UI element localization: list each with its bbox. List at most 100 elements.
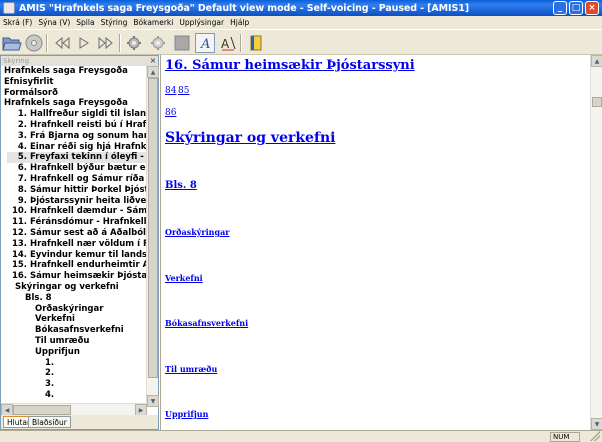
maximize-button[interactable]: □ — [569, 1, 583, 15]
menu-help[interactable]: Hjálp — [227, 18, 252, 27]
tree-item-label: Hrafnkell endurheimtir Að — [30, 260, 147, 271]
tree-item-label: Hrafnkell og Sámur ríða til — [30, 174, 147, 184]
toc-tree: Hrafnkels saga Freysgoða Efnisyfirlit Form… — [1, 66, 147, 403]
tree-item[interactable]: 2. — [45, 368, 54, 379]
tree-item-number: 13. — [11, 238, 27, 249]
link-exercises[interactable]: Verkefni — [165, 273, 203, 283]
tree-item[interactable]: 12. Sámur sest að á Aðalbóli — [7, 228, 147, 239]
content-vertical-scrollbar[interactable]: ▲ ▼ — [590, 55, 602, 430]
tree-item-number: 2. — [17, 120, 27, 130]
tree-item-number: 11. — [11, 217, 27, 228]
tree-item-number: 2. — [45, 368, 55, 379]
sidebar-scroll-thumb[interactable] — [148, 78, 158, 378]
tree-item[interactable]: 6.Hrafnkell býður bætur en Þ — [7, 163, 147, 174]
sidebar-close-icon[interactable]: × — [149, 57, 157, 65]
tree-item[interactable]: Bókasafnsverkefni — [35, 325, 124, 336]
tree-item[interactable]: 1. Hallfreður sigldi til Íslands — [7, 109, 147, 120]
content-scroll-up-icon[interactable]: ▲ — [591, 55, 602, 67]
tree-item-label: Hrafnkels saga Freysgoða — [4, 66, 128, 76]
section-heading-link[interactable]: Skýringar og verkefni — [165, 130, 335, 146]
menu-bar: Skrá (F) Sýna (V) Spila Stýring Bókamerk… — [0, 16, 602, 29]
tree-item[interactable]: Verkefni — [35, 314, 75, 325]
tree-item[interactable]: 7. Hrafnkell og Sámur ríða til — [7, 174, 147, 185]
tree-item[interactable]: 4. Einar réði sig hjá Hrafnkel — [7, 142, 147, 153]
content-scroll-thumb[interactable] — [592, 97, 602, 107]
tree-item[interactable]: 1. — [45, 358, 54, 369]
tree-item[interactable]: Efnisyfirlit — [4, 77, 53, 88]
menu-play[interactable]: Spila — [73, 18, 97, 27]
font-size-icon[interactable]: A — [218, 33, 238, 53]
tree-item-label: Hrafnkels saga Freysgoða — [4, 98, 128, 109]
cd-icon[interactable] — [24, 33, 44, 53]
tree-item[interactable]: Upprifjun — [35, 347, 80, 358]
tree-item-number: 3. — [17, 130, 27, 141]
tree-item[interactable]: 11. Féránsdómur - Hrafnkell — [7, 217, 147, 228]
sidebar-hscroll-thumb[interactable] — [13, 405, 71, 415]
tree-item-label: Sámur hittir Þorkel Þjósta — [30, 184, 147, 195]
menu-info[interactable]: Upplýsingar — [176, 18, 227, 27]
tree-item[interactable]: 14. Eyvindur kemur til landsi — [7, 250, 147, 261]
tree-item[interactable]: Skýringar og verkefni — [15, 282, 119, 293]
scroll-down-icon[interactable]: ▼ — [147, 395, 159, 407]
folder-open-icon[interactable] — [2, 33, 22, 53]
skip-back-icon[interactable] — [52, 33, 72, 53]
disabled-square-icon[interactable] — [172, 33, 192, 53]
tree-item[interactable]: 5. Freyfaxi tekinn í óleyfi - H — [7, 152, 147, 164]
menu-view[interactable]: Sýna (V) — [35, 18, 73, 27]
page-link-85[interactable]: 85 — [178, 86, 189, 96]
tree-item[interactable]: Hrafnkels saga Freysgoða — [4, 66, 128, 77]
tree-item[interactable]: 9. Þjóstarssynir heita liðveis — [7, 196, 147, 207]
tree-item[interactable]: 4. — [45, 390, 54, 401]
tree-item-label: Skýringar og verkefni — [15, 282, 119, 292]
app-icon[interactable] — [3, 2, 15, 14]
link-review[interactable]: Upprifjun — [165, 409, 208, 419]
tab-pages[interactable]: Blaðsíður — [28, 416, 71, 428]
play-icon[interactable] — [74, 33, 94, 53]
tree-item[interactable]: Formálsorð — [4, 88, 58, 99]
toolbar: A A — [0, 29, 602, 55]
tree-item[interactable]: Til umræðu — [35, 336, 89, 347]
tree-item[interactable]: Orðaskýringar — [35, 304, 103, 315]
tree-item[interactable]: 15. Hrafnkell endurheimtir Að — [7, 260, 147, 271]
text-style-icon[interactable]: A — [195, 33, 215, 53]
resize-grip-icon[interactable] — [590, 431, 600, 441]
tree-item[interactable]: 3. — [45, 379, 54, 390]
sidebar-vertical-scrollbar[interactable]: ▲ ▼ — [146, 66, 159, 407]
chapter-heading-link[interactable]: 16. Sámur heimsækir Þjóstarssyni — [165, 58, 415, 73]
menu-navigation[interactable]: Stýring — [98, 18, 131, 27]
tree-item-label: Frá Bjarna og sonum hans — [30, 130, 147, 141]
tree-item[interactable]: 3. Frá Bjarna og sonum hans — [7, 131, 147, 142]
tree-item[interactable]: 10. Hrafnkell dæmdur - Sámu — [7, 206, 147, 217]
settings-icon[interactable] — [124, 33, 144, 53]
settings-alt-icon[interactable] — [148, 33, 168, 53]
link-discussion[interactable]: Til umræðu — [165, 364, 217, 374]
minimize-button[interactable]: _ — [553, 1, 567, 15]
bookmark-icon[interactable] — [246, 33, 266, 53]
scroll-up-icon[interactable]: ▲ — [147, 66, 159, 78]
page-link-86[interactable]: 86 — [165, 108, 176, 118]
tree-item-label: Bls. 8 — [25, 292, 52, 303]
tree-item-label: Féránsdómur - Hrafnkell — [30, 217, 147, 228]
content-scroll-down-icon[interactable]: ▼ — [591, 418, 602, 430]
sidebar-horizontal-scrollbar[interactable]: ◀ ▶ — [1, 403, 147, 416]
menu-file[interactable]: Skrá (F) — [0, 18, 35, 27]
tree-item[interactable]: 16. Sámur heimsækir Þjóstar — [7, 271, 147, 282]
skip-forward-icon[interactable] — [96, 33, 116, 53]
menu-bookmarks[interactable]: Bókamerki — [130, 18, 176, 27]
tree-item-label: Til umræðu — [35, 336, 90, 346]
tree-item-label: Formálsorð — [4, 87, 58, 98]
page-label-link[interactable]: Bls. 8 — [165, 180, 197, 191]
tree-item[interactable]: Hrafnkels saga Freysgoða — [4, 98, 128, 109]
tree-item[interactable]: 2. Hrafnkell reisti bú í Hrafnk — [7, 120, 147, 131]
page-link-84[interactable]: 84 — [165, 86, 176, 96]
tree-item[interactable]: Bls. 8 — [25, 293, 52, 304]
link-glossary[interactable]: Orðaskýringar — [165, 227, 229, 237]
tree-item-label: Verkefni — [35, 314, 75, 325]
tree-item[interactable]: 13. Hrafnkell nær völdum í Fl — [7, 239, 147, 250]
close-button[interactable]: × — [585, 1, 599, 15]
tree-item-label: Hrafnkell nær völdum í Fl — [30, 238, 147, 249]
tree-item-label: Þjóstarssynir heita liðveis — [30, 195, 147, 206]
tree-item[interactable]: 8. Sámur hittir Þorkel Þjósta — [7, 185, 147, 196]
tree-item-number: 3. — [45, 379, 55, 390]
link-library-exercises[interactable]: Bókasafnsverkefni — [165, 318, 248, 328]
